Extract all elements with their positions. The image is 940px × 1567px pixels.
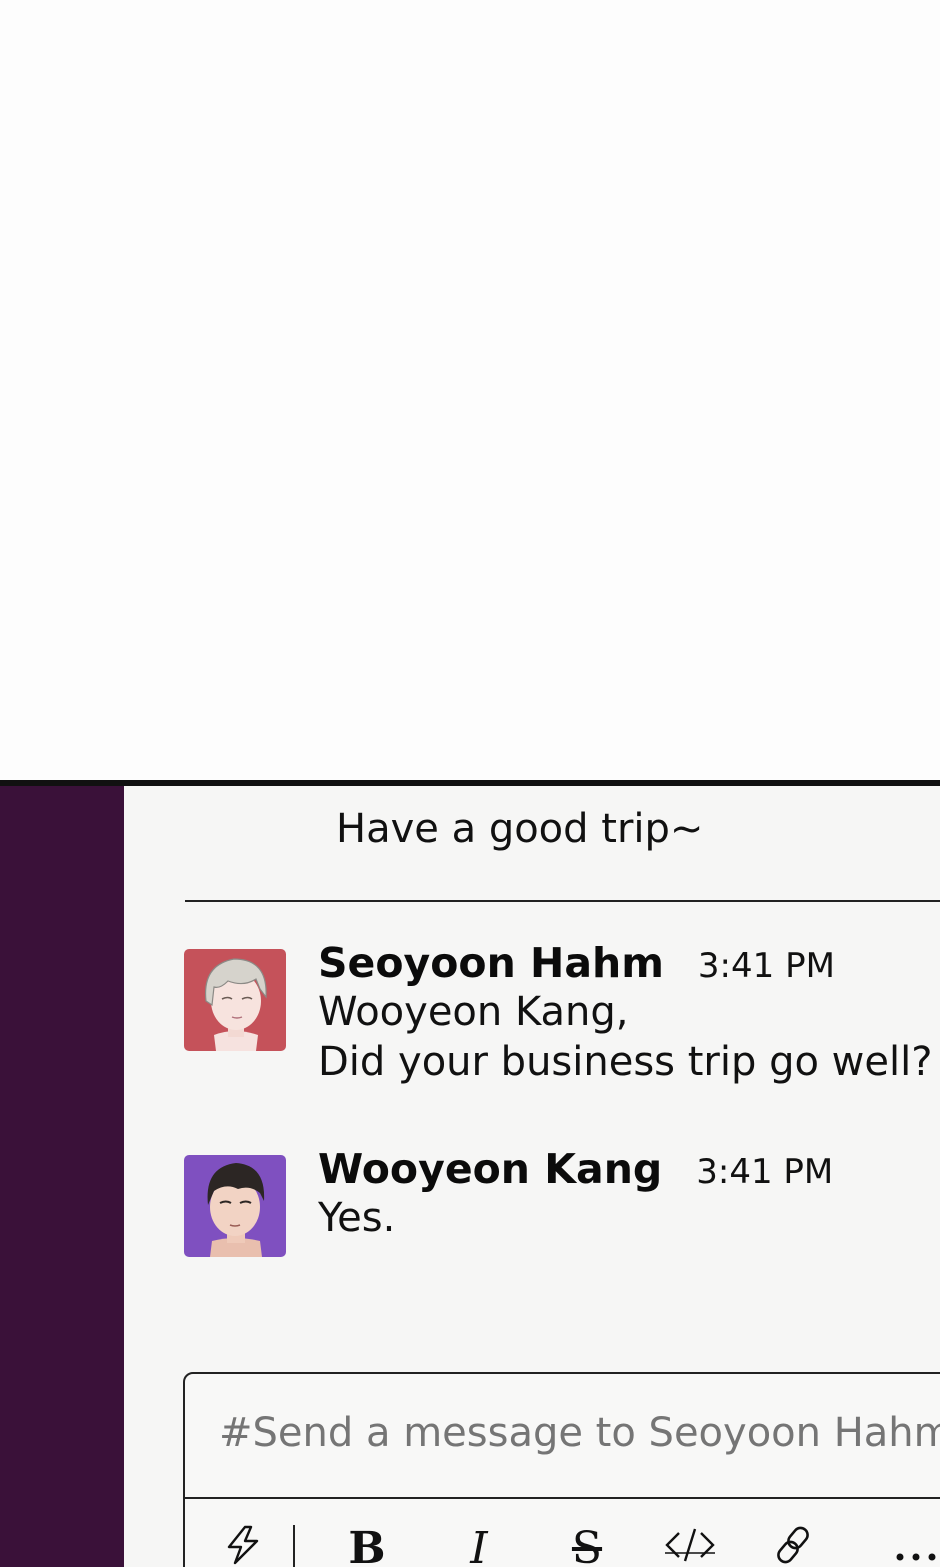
avatar-wooyeon-kang[interactable] bbox=[184, 1155, 286, 1257]
italic-glyph: I bbox=[470, 1523, 488, 1567]
message-text-line: Yes. bbox=[318, 1195, 396, 1241]
message-input[interactable] bbox=[219, 1410, 940, 1456]
timestamp[interactable]: 3:41 PM bbox=[698, 946, 835, 986]
message-text-line: Wooyeon Kang, bbox=[318, 989, 629, 1035]
strikethrough-button[interactable]: S bbox=[565, 1523, 609, 1567]
link-icon[interactable] bbox=[773, 1523, 817, 1567]
formatting-toolbar: B I S bbox=[185, 1499, 940, 1567]
strikethrough-glyph: S bbox=[571, 1523, 603, 1567]
bold-button[interactable]: B bbox=[345, 1523, 389, 1567]
sender-name[interactable]: Seoyoon Hahm bbox=[318, 939, 664, 987]
bold-glyph: B bbox=[348, 1523, 386, 1567]
timestamp[interactable]: 3:41 PM bbox=[696, 1152, 833, 1192]
message-header: Wooyeon Kang 3:41 PM bbox=[318, 1145, 940, 1193]
avatar-seoyoon-hahm[interactable] bbox=[184, 949, 286, 1051]
lightning-icon[interactable] bbox=[221, 1523, 265, 1567]
sender-name[interactable]: Wooyeon Kang bbox=[318, 1145, 662, 1193]
message-header: Seoyoon Hahm 3:41 PM bbox=[318, 939, 940, 987]
code-icon[interactable] bbox=[663, 1523, 717, 1567]
toolbar-separator bbox=[293, 1525, 295, 1567]
previous-message-text: Have a good trip~ bbox=[336, 806, 704, 852]
message-composer: B I S bbox=[183, 1372, 940, 1567]
blank-panel bbox=[0, 0, 940, 780]
sidebar bbox=[0, 786, 124, 1567]
italic-button[interactable]: I bbox=[457, 1523, 501, 1567]
message-body: Wooyeon Kang 3:41 PM Yes. bbox=[318, 1145, 940, 1243]
message-divider bbox=[185, 900, 940, 902]
more-icon[interactable] bbox=[891, 1523, 940, 1567]
chat-app-window: Have a good trip~ Seoyoon Hahm 3:41 PM W… bbox=[0, 780, 940, 1567]
message-text-line: Did your business trip go well? bbox=[318, 1039, 933, 1085]
message-body: Seoyoon Hahm 3:41 PM Wooyeon Kang, Did y… bbox=[318, 939, 940, 1087]
message-pane: Have a good trip~ Seoyoon Hahm 3:41 PM W… bbox=[124, 786, 940, 1567]
